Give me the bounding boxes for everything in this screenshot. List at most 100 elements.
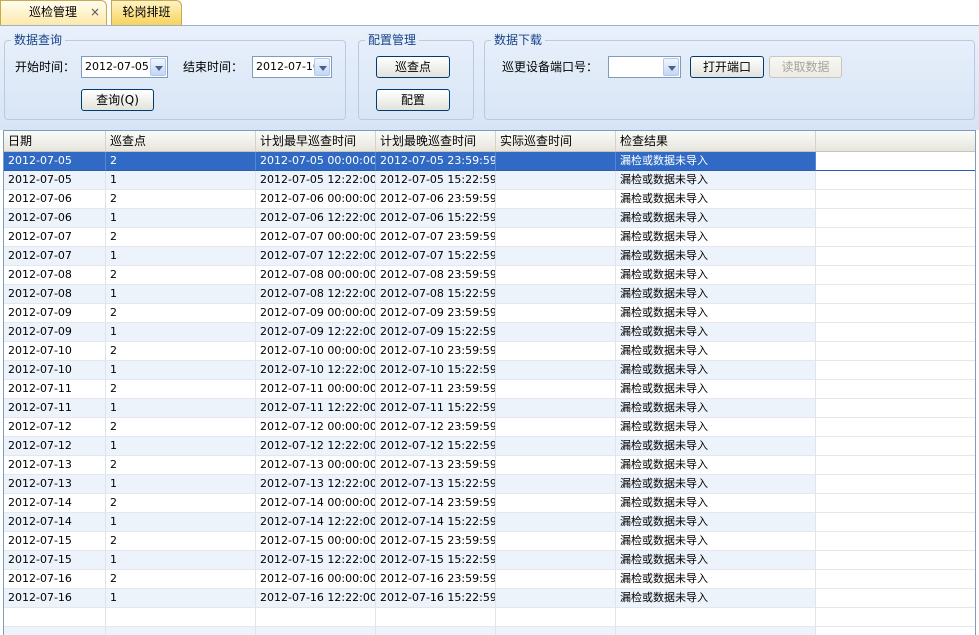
cell-actual[interactable] bbox=[496, 551, 616, 570]
table-row[interactable]: 2012-07-07 1 2012-07-07 12:22:00 2012-07-07… bbox=[4, 247, 975, 266]
table-row[interactable]: 2012-07-15 1 2012-07-15 12:22:00 2012-07-15… bbox=[4, 551, 975, 570]
cell-actual[interactable] bbox=[496, 266, 616, 285]
cell-latest[interactable] bbox=[376, 608, 496, 627]
cell-earliest[interactable]: 2012-07-06 12:22:00 bbox=[256, 209, 376, 228]
cell-point[interactable]: 1 bbox=[106, 285, 256, 304]
cell-actual[interactable] bbox=[496, 304, 616, 323]
patrol-points-button[interactable]: 巡查点 bbox=[376, 56, 450, 78]
cell-result[interactable]: 漏检或数据未导入 bbox=[616, 247, 816, 266]
cell-date[interactable]: 2012-07-07 bbox=[4, 247, 106, 266]
cell-earliest[interactable]: 2012-07-15 12:22:00 bbox=[256, 551, 376, 570]
cell-earliest[interactable]: 2012-07-09 12:22:00 bbox=[256, 323, 376, 342]
cell-latest[interactable]: 2012-07-14 23:59:59 bbox=[376, 494, 496, 513]
cell-point[interactable]: 1 bbox=[106, 171, 256, 190]
cell-earliest[interactable]: 2012-07-14 12:22:00 bbox=[256, 513, 376, 532]
cell-point[interactable]: 2 bbox=[106, 304, 256, 323]
cell-result[interactable]: 漏检或数据未导入 bbox=[616, 342, 816, 361]
cell-date[interactable]: 2012-07-11 bbox=[4, 380, 106, 399]
cell-date[interactable]: 2012-07-08 bbox=[4, 266, 106, 285]
table-row[interactable]: 2012-07-16 1 2012-07-16 12:22:00 2012-07-16… bbox=[4, 589, 975, 608]
config-button[interactable]: 配置 bbox=[376, 89, 450, 111]
cell-earliest[interactable]: 2012-07-05 12:22:00 bbox=[256, 171, 376, 190]
cell-result[interactable]: 漏检或数据未导入 bbox=[616, 323, 816, 342]
column-header-date[interactable]: 日期 bbox=[4, 131, 106, 151]
cell-actual[interactable] bbox=[496, 209, 616, 228]
start-date-picker[interactable]: 2012-07-05 bbox=[81, 56, 168, 78]
cell-latest[interactable]: 2012-07-13 23:59:59 bbox=[376, 456, 496, 475]
cell-earliest[interactable]: 2012-07-10 00:00:00 bbox=[256, 342, 376, 361]
cell-result[interactable]: 漏检或数据未导入 bbox=[616, 285, 816, 304]
chevron-down-icon[interactable] bbox=[150, 58, 166, 76]
cell-latest[interactable]: 2012-07-11 15:22:59 bbox=[376, 399, 496, 418]
table-row[interactable]: 2012-07-15 2 2012-07-15 00:00:00 2012-07-15… bbox=[4, 532, 975, 551]
cell-point[interactable]: 1 bbox=[106, 551, 256, 570]
cell-result[interactable] bbox=[616, 627, 816, 635]
cell-date[interactable]: 2012-07-05 bbox=[4, 152, 106, 171]
cell-earliest[interactable]: 2012-07-16 00:00:00 bbox=[256, 570, 376, 589]
cell-result[interactable]: 漏检或数据未导入 bbox=[616, 171, 816, 190]
cell-actual[interactable] bbox=[496, 342, 616, 361]
cell-date[interactable]: 2012-07-13 bbox=[4, 475, 106, 494]
chevron-down-icon[interactable] bbox=[314, 58, 330, 76]
chevron-down-icon[interactable] bbox=[663, 58, 679, 76]
query-button[interactable]: 查询(Q) bbox=[81, 89, 154, 111]
end-date-picker[interactable]: 2012-07-16 bbox=[252, 56, 332, 78]
cell-result[interactable]: 漏检或数据未导入 bbox=[616, 456, 816, 475]
cell-date[interactable] bbox=[4, 608, 106, 627]
table-row[interactable]: 2012-07-09 2 2012-07-09 00:00:00 2012-07-09… bbox=[4, 304, 975, 323]
table-row[interactable]: 2012-07-08 1 2012-07-08 12:22:00 2012-07-08… bbox=[4, 285, 975, 304]
cell-result[interactable]: 漏检或数据未导入 bbox=[616, 361, 816, 380]
cell-date[interactable]: 2012-07-07 bbox=[4, 228, 106, 247]
cell-earliest[interactable]: 2012-07-15 00:00:00 bbox=[256, 532, 376, 551]
table-row[interactable]: 2012-07-08 2 2012-07-08 00:00:00 2012-07-08… bbox=[4, 266, 975, 285]
cell-latest[interactable]: 2012-07-14 15:22:59 bbox=[376, 513, 496, 532]
cell-point[interactable]: 1 bbox=[106, 437, 256, 456]
cell-date[interactable]: 2012-07-06 bbox=[4, 209, 106, 228]
cell-actual[interactable] bbox=[496, 247, 616, 266]
port-select[interactable] bbox=[608, 56, 681, 78]
column-header-actual[interactable]: 实际巡查时间 bbox=[496, 131, 616, 151]
cell-point[interactable]: 1 bbox=[106, 247, 256, 266]
cell-point[interactable]: 1 bbox=[106, 513, 256, 532]
cell-result[interactable]: 漏检或数据未导入 bbox=[616, 589, 816, 608]
cell-date[interactable]: 2012-07-11 bbox=[4, 399, 106, 418]
cell-actual[interactable] bbox=[496, 152, 616, 171]
cell-latest[interactable]: 2012-07-08 15:22:59 bbox=[376, 285, 496, 304]
cell-actual[interactable] bbox=[496, 323, 616, 342]
table-row[interactable]: 2012-07-14 2 2012-07-14 00:00:00 2012-07-14… bbox=[4, 494, 975, 513]
cell-point[interactable]: 1 bbox=[106, 323, 256, 342]
cell-result[interactable]: 漏检或数据未导入 bbox=[616, 209, 816, 228]
cell-latest[interactable]: 2012-07-10 23:59:59 bbox=[376, 342, 496, 361]
cell-earliest[interactable]: 2012-07-13 00:00:00 bbox=[256, 456, 376, 475]
cell-date[interactable]: 2012-07-06 bbox=[4, 190, 106, 209]
cell-point[interactable]: 2 bbox=[106, 228, 256, 247]
cell-date[interactable]: 2012-07-05 bbox=[4, 171, 106, 190]
cell-latest[interactable]: 2012-07-11 23:59:59 bbox=[376, 380, 496, 399]
cell-earliest[interactable]: 2012-07-06 00:00:00 bbox=[256, 190, 376, 209]
cell-actual[interactable] bbox=[496, 570, 616, 589]
close-icon[interactable]: × bbox=[90, 1, 100, 24]
cell-point[interactable] bbox=[106, 627, 256, 635]
patrol-records-grid[interactable]: 日期 巡查点 计划最早巡查时间 计划最晚巡查时间 实际巡查时间 检查结果 201… bbox=[3, 130, 976, 635]
cell-actual[interactable] bbox=[496, 437, 616, 456]
cell-result[interactable]: 漏检或数据未导入 bbox=[616, 228, 816, 247]
cell-result[interactable]: 漏检或数据未导入 bbox=[616, 380, 816, 399]
open-port-button[interactable]: 打开端口 bbox=[690, 56, 764, 78]
table-row[interactable]: 2012-07-10 2 2012-07-10 00:00:00 2012-07-10… bbox=[4, 342, 975, 361]
cell-point[interactable]: 2 bbox=[106, 380, 256, 399]
cell-actual[interactable] bbox=[496, 513, 616, 532]
table-row[interactable]: 2012-07-06 2 2012-07-06 00:00:00 2012-07-06… bbox=[4, 190, 975, 209]
cell-latest[interactable]: 2012-07-09 23:59:59 bbox=[376, 304, 496, 323]
cell-date[interactable]: 2012-07-09 bbox=[4, 304, 106, 323]
table-row[interactable]: 2012-07-14 1 2012-07-14 12:22:00 2012-07-14… bbox=[4, 513, 975, 532]
tab-patrol-management[interactable]: 巡检管理 × bbox=[0, 0, 107, 25]
cell-earliest[interactable]: 2012-07-05 00:00:00 bbox=[256, 152, 376, 171]
cell-actual[interactable] bbox=[496, 456, 616, 475]
cell-result[interactable] bbox=[616, 608, 816, 627]
cell-result[interactable]: 漏检或数据未导入 bbox=[616, 266, 816, 285]
cell-latest[interactable]: 2012-07-13 15:22:59 bbox=[376, 475, 496, 494]
table-row[interactable]: 2012-07-07 2 2012-07-07 00:00:00 2012-07-07… bbox=[4, 228, 975, 247]
cell-actual[interactable] bbox=[496, 171, 616, 190]
table-row[interactable] bbox=[4, 608, 975, 627]
cell-earliest[interactable]: 2012-07-10 12:22:00 bbox=[256, 361, 376, 380]
